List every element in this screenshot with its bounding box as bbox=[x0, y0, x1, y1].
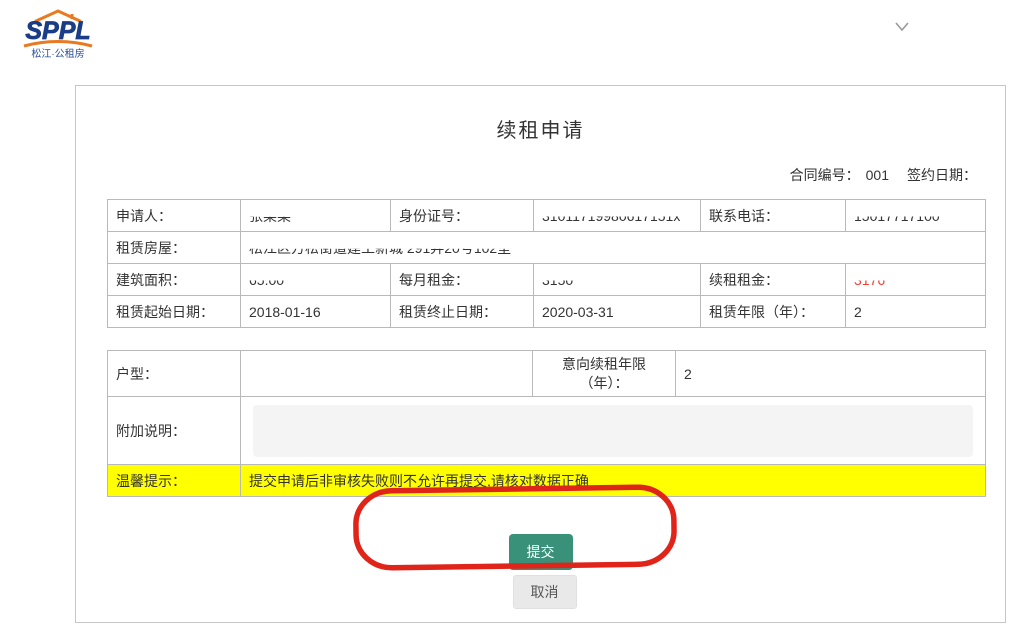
table-row: 租赁房屋： 松江区方松街道建工新城 291弄20号102室 bbox=[108, 232, 986, 264]
lease-end-label: 租赁终止日期： bbox=[391, 296, 534, 328]
contract-no-value: 001 bbox=[866, 167, 889, 183]
monthly-rent-label: 每月租金： bbox=[391, 264, 534, 296]
warm-tip-message: 提交申请后非审核失败则不允许再提交,请核对数据正确 bbox=[241, 465, 986, 497]
renewal-form-card: 续租申请 合同编号： 001 签约日期： 申请人： 张某某 身份证号： 310117… bbox=[75, 85, 1006, 623]
phone-label: 联系电话： bbox=[701, 200, 846, 232]
logo-subtitle-text: 松江·公租房 bbox=[31, 47, 84, 60]
sppl-logo[interactable]: SPPL 松江·公租房 bbox=[12, 8, 104, 60]
table-row: 申请人： 张某某 身份证号： 31011719980617151x 联系电话： … bbox=[108, 200, 986, 232]
contract-meta: 合同编号： 001 签约日期： bbox=[76, 165, 983, 185]
renewal-application-page: SPPL 松江·公租房 续租申请 合同编号： 001 签约日期： 申请人： 张某某 … bbox=[0, 0, 1034, 636]
unit-type-value bbox=[241, 351, 533, 397]
renewal-form-table: 户型： 意向续租年限 （年）： 2 附加说明： 温馨提示： 提交申请后非审核失败… bbox=[107, 350, 986, 497]
lease-start-value: 2018-01-16 bbox=[241, 296, 391, 328]
table-row: 建筑面积： 65.00 每月租金： 3150 续租租金： 3176 bbox=[108, 264, 986, 296]
additional-notes-textarea[interactable] bbox=[253, 405, 973, 457]
lease-start-label: 租赁起始日期： bbox=[108, 296, 241, 328]
sign-date-label: 签约日期： bbox=[907, 167, 977, 183]
id-number-value: 31011719980617151x bbox=[534, 200, 701, 232]
rental-house-label: 租赁房屋： bbox=[108, 232, 241, 264]
lease-info-table: 申请人： 张某某 身份证号： 31011719980617151x 联系电话： … bbox=[107, 199, 986, 328]
submit-button[interactable]: 提交 bbox=[509, 534, 573, 570]
applicant-value: 张某某 bbox=[241, 200, 391, 232]
phone-value: 15017717100 bbox=[846, 200, 986, 232]
applicant-label: 申请人： bbox=[108, 200, 241, 232]
renewal-years-label: 意向续租年限 （年）： bbox=[533, 351, 676, 397]
renewal-years-value: 2 bbox=[676, 351, 986, 397]
lease-years-label: 租赁年限（年）： bbox=[701, 296, 846, 328]
building-area-value: 65.00 bbox=[241, 264, 391, 296]
additional-notes-label: 附加说明： bbox=[108, 397, 241, 465]
cancel-button[interactable]: 取消 bbox=[513, 575, 577, 609]
additional-notes-cell bbox=[241, 397, 986, 465]
lease-end-value: 2020-03-31 bbox=[534, 296, 701, 328]
table-row: 附加说明： bbox=[108, 397, 986, 465]
table-row: 户型： 意向续租年限 （年）： 2 bbox=[108, 351, 986, 397]
contract-no-label: 合同编号： bbox=[790, 167, 860, 183]
table-row: 温馨提示： 提交申请后非审核失败则不允许再提交,请核对数据正确 bbox=[108, 465, 986, 497]
renewal-rent-value: 3176 bbox=[846, 264, 986, 296]
lease-years-value: 2 bbox=[846, 296, 986, 328]
id-number-label: 身份证号： bbox=[391, 200, 534, 232]
unit-type-label: 户型： bbox=[108, 351, 241, 397]
warm-tip-label: 温馨提示： bbox=[108, 465, 241, 497]
chevron-down-icon[interactable] bbox=[893, 20, 911, 32]
button-area: 提交 取消 bbox=[76, 534, 1005, 609]
rental-house-value: 松江区方松街道建工新城 291弄20号102室 bbox=[241, 232, 986, 264]
building-area-label: 建筑面积： bbox=[108, 264, 241, 296]
table-row: 租赁起始日期： 2018-01-16 租赁终止日期： 2020-03-31 租赁… bbox=[108, 296, 986, 328]
renewal-rent-label: 续租租金： bbox=[701, 264, 846, 296]
monthly-rent-value: 3150 bbox=[534, 264, 701, 296]
page-title: 续租申请 bbox=[76, 114, 1005, 143]
